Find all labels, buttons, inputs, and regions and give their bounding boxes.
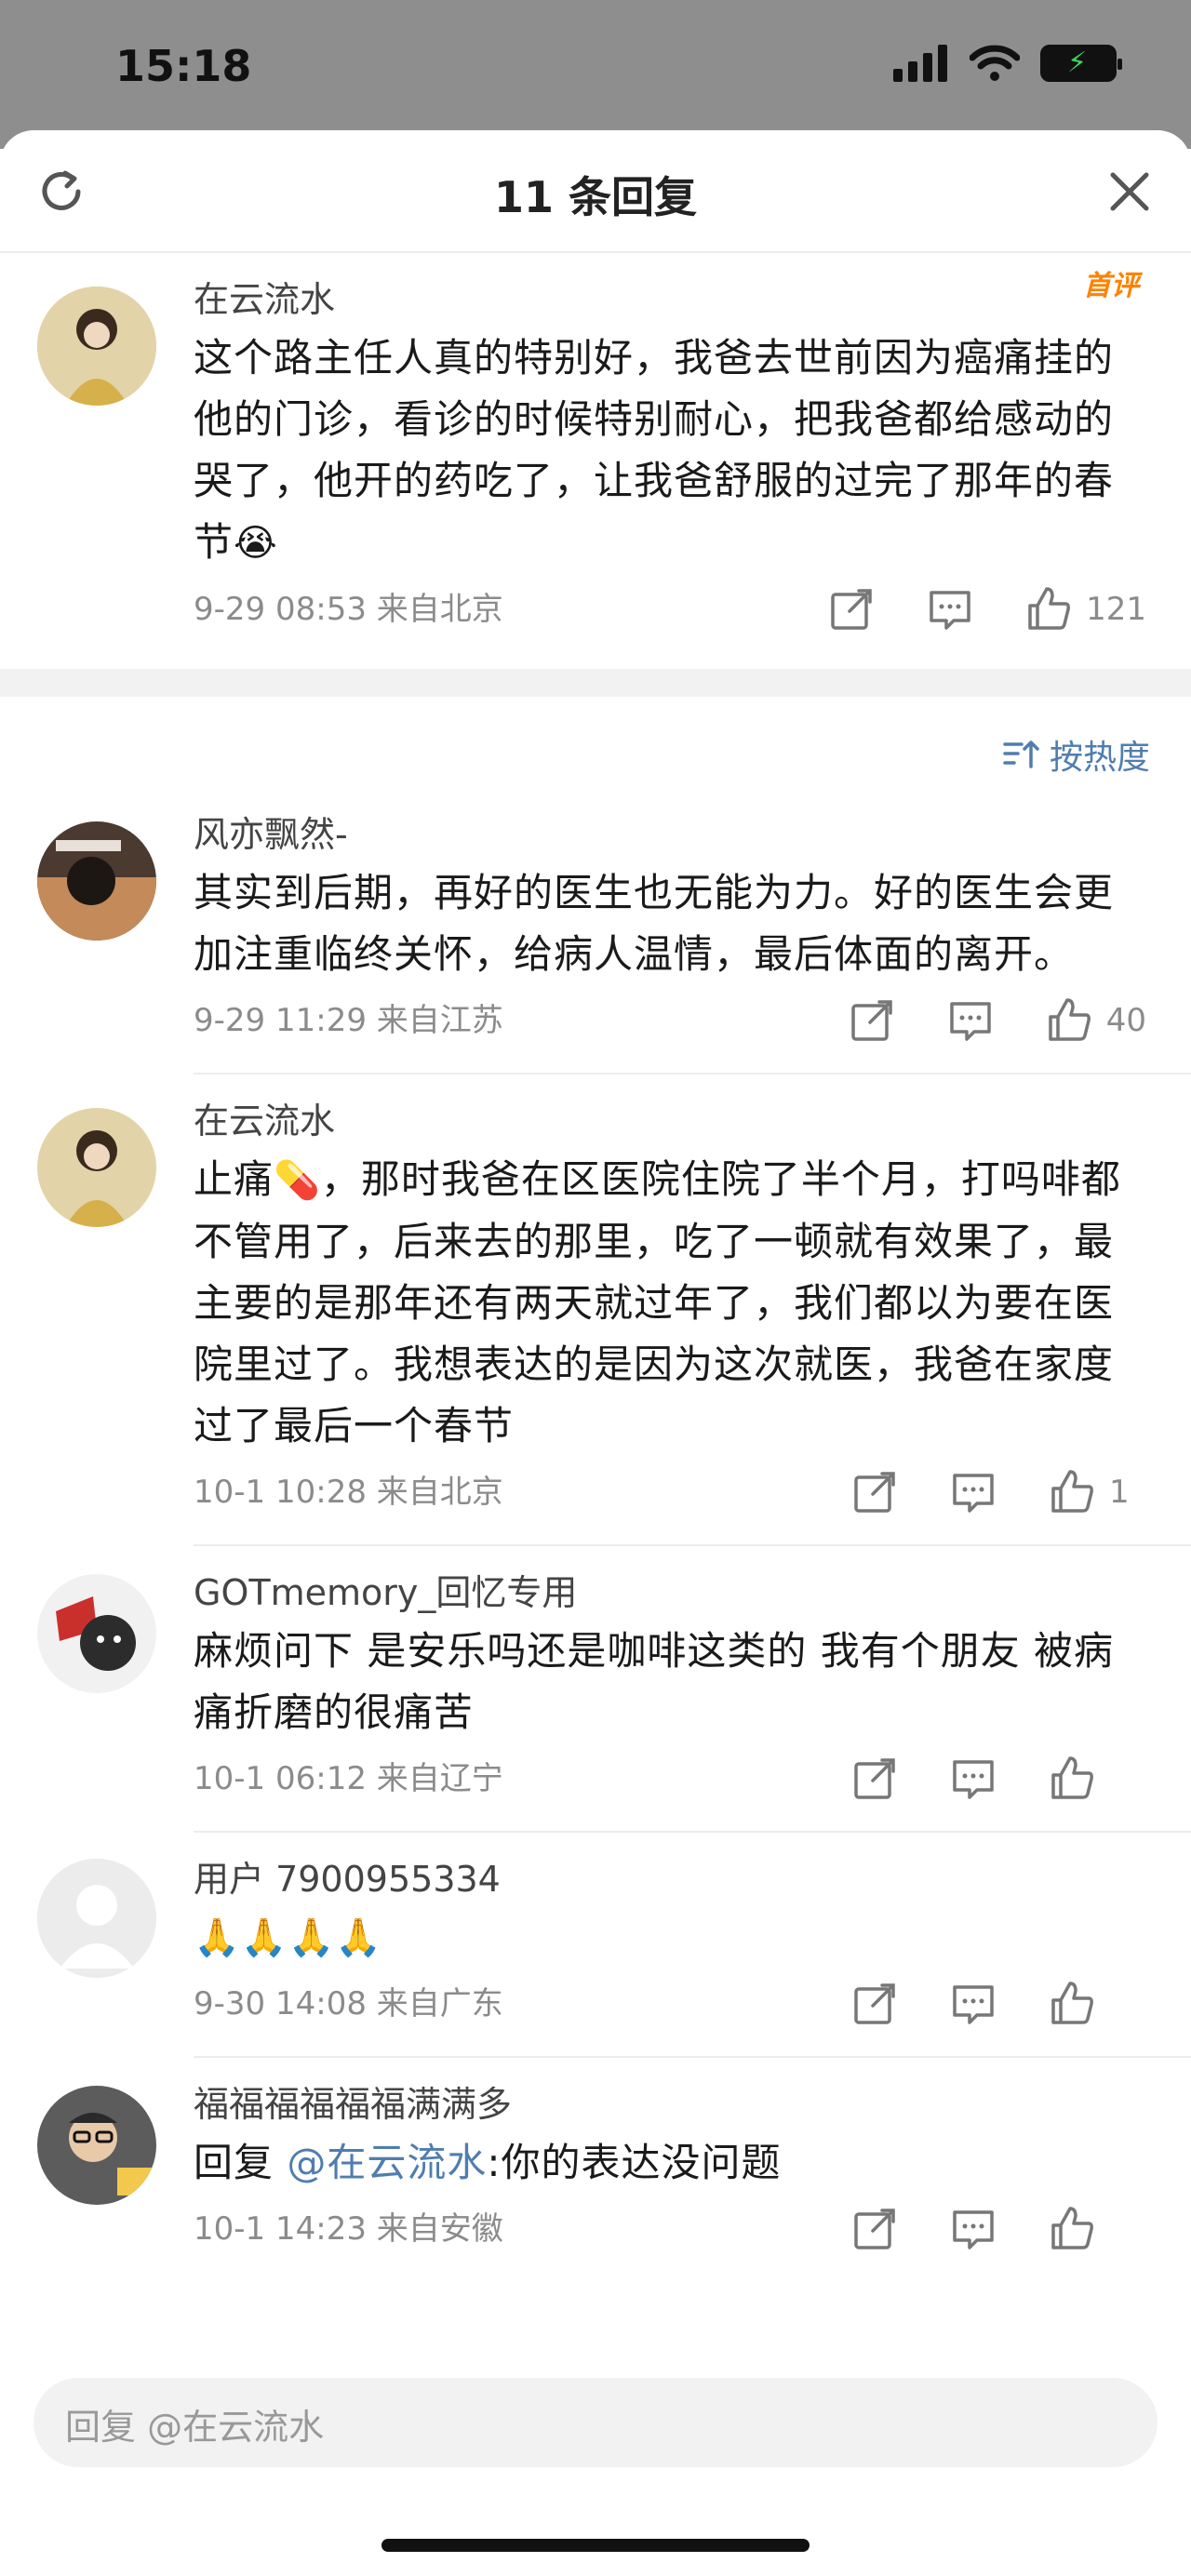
comment-icon[interactable]	[949, 2205, 997, 2253]
comment-actions: 121	[777, 585, 1146, 634]
thumbs-up-icon	[1048, 998, 1091, 1041]
comment-body-start: 止痛	[194, 1156, 274, 1202]
commenter-name[interactable]: 在云流水	[194, 277, 1146, 322]
comment-icon[interactable]	[949, 1755, 997, 1803]
comment-body: ，那时我爸在区医院住院了半个月，打吗啡都不管用了，后来去的那里，吃了一顿就有效果…	[194, 1156, 1121, 1448]
like-button[interactable]	[1048, 1980, 1146, 2028]
avatar[interactable]	[37, 821, 156, 941]
list-item: 用户 7900955334 🙏🙏🙏🙏 9-30 14:08 来自广东	[0, 1833, 1191, 2032]
crying-emoji: 😭	[234, 522, 278, 565]
comment-actions	[800, 1980, 1146, 2028]
share-icon[interactable]	[850, 1468, 899, 1516]
comment-actions	[800, 1755, 1146, 1803]
comment-text: 麻烦问下 是安乐吗还是咖啡这类的 我有个朋友 被病痛折磨的很痛苦	[194, 1628, 1115, 1735]
wifi-icon	[970, 45, 1020, 81]
comment-time-location: 9-30 14:08 来自广东	[194, 1985, 503, 2022]
pill-emoji: 💊	[274, 1159, 321, 1202]
thumbs-up-icon	[1051, 1982, 1093, 2024]
avatar[interactable]	[37, 1108, 156, 1227]
commenter-name[interactable]: GOTmemory_回忆专用	[194, 1570, 1146, 1615]
cellular-signal-icon	[893, 45, 947, 82]
comment-meta: 9-30 14:08 来自广东	[194, 1976, 1146, 2032]
share-icon[interactable]	[850, 2205, 899, 2253]
comment-text: 这个路主任人真的特别好，我爸去世前因为癌痛挂的他的门诊，看诊的时候特别耐心，把我…	[194, 327, 1146, 574]
sort-label: 按热度	[1049, 739, 1150, 777]
avatar[interactable]	[37, 287, 156, 406]
thumbs-up-icon	[1051, 1470, 1093, 1513]
commenter-name[interactable]: 福福福福福福满满多	[194, 2082, 1146, 2127]
share-icon[interactable]	[850, 1980, 899, 2028]
reply-prefix: 回复	[194, 2140, 288, 2185]
thumbs-up-icon	[1028, 587, 1071, 630]
comment-meta: 10-1 10:28 来自北京 1	[194, 1464, 1146, 1520]
comment-time-location: 10-1 14:23 来自安徽	[194, 2210, 503, 2248]
like-button[interactable]: 121	[1024, 585, 1146, 634]
comment-time-location: 9-29 11:29 来自江苏	[194, 1002, 503, 1039]
sheet-header: 11 条回复	[0, 130, 1191, 253]
comment-text: 其实到后期，再好的医生也无能为力。好的医生会更加注重临终关怀，给病人温情，最后体…	[194, 870, 1115, 977]
comment-body: :你的表达没问题	[487, 2140, 782, 2185]
first-comment-badge: 首评	[1083, 270, 1139, 302]
thumbs-up-icon	[1051, 1756, 1093, 1799]
commenter-name[interactable]: 在云流水	[194, 1099, 1146, 1143]
like-count: 1	[1109, 1474, 1130, 1511]
sort-by-hot-button[interactable]: 按热度	[1001, 730, 1150, 779]
like-button[interactable]: 1	[1048, 1468, 1146, 1516]
comment-time-location: 10-1 06:12 来自辽宁	[194, 1760, 503, 1797]
battery-icon: ⚡	[1040, 45, 1122, 82]
like-count: 40	[1105, 1002, 1146, 1039]
home-indicator[interactable]	[381, 2539, 810, 2552]
comment-text: 🙏🙏🙏🙏	[194, 1916, 383, 1959]
share-icon[interactable]	[850, 1755, 899, 1803]
list-item: 风亦飘然- 其实到后期，再好的医生也无能为力。好的医生会更加注重临终关怀，给病人…	[0, 799, 1191, 1048]
reply-placeholder: 回复 @在云流水	[65, 2407, 325, 2448]
like-button[interactable]	[1048, 1755, 1146, 1803]
comment-body: 这个路主任人真的特别好，我爸去世前因为癌痛挂的他的门诊，看诊的时候特别耐心，把我…	[194, 335, 1115, 565]
share-icon[interactable]	[827, 585, 876, 634]
close-icon[interactable]	[1104, 166, 1156, 218]
comment-meta: 9-29 08:53 来自北京 121	[194, 581, 1146, 637]
comment-time-location: 9-29 08:53 来自北京	[194, 591, 503, 628]
sheet-title: 11 条回复	[493, 172, 698, 222]
list-item: GOTmemory_回忆专用 麻烦问下 是安乐吗还是咖啡这类的 我有个朋友 被病…	[0, 1546, 1191, 1807]
like-button[interactable]: 40	[1045, 996, 1146, 1045]
mention-link[interactable]: @在云流水	[287, 2140, 487, 2185]
avatar[interactable]	[37, 1574, 156, 1693]
comment-meta: 9-29 11:29 来自江苏 40	[194, 993, 1146, 1048]
commenter-name[interactable]: 用户 7900955334	[194, 1857, 1146, 1902]
comment-actions: 1	[800, 1468, 1146, 1516]
comment-text: 回复 @在云流水:你的表达没问题	[194, 2132, 1146, 2194]
like-button[interactable]	[1048, 2205, 1146, 2253]
comment-meta: 10-1 06:12 来自辽宁	[194, 1751, 1146, 1807]
status-icons: ⚡	[893, 45, 1122, 82]
sort-bar: 按热度	[0, 697, 1191, 799]
like-count: 121	[1086, 591, 1146, 628]
replies-sheet: 11 条回复 在云流水 首评 这个路主任人真的特别好，我爸去世前因为癌痛挂的他的…	[0, 130, 1191, 2576]
comment-text: 止痛💊，那时我爸在区医院住院了半个月，打吗啡都不管用了，后来去的那里，吃了一顿就…	[194, 1149, 1146, 1457]
comment-actions	[800, 2205, 1146, 2253]
comment-time-location: 10-1 10:28 来自北京	[194, 1474, 503, 1511]
commenter-name[interactable]: 风亦飘然-	[194, 812, 1146, 857]
list-item: 福福福福福福满满多 回复 @在云流水:你的表达没问题 10-1 14:23 来自…	[0, 2058, 1191, 2257]
top-comment: 在云流水 首评 这个路主任人真的特别好，我爸去世前因为癌痛挂的他的门诊，看诊的时…	[0, 253, 1191, 648]
avatar[interactable]	[37, 1859, 156, 1978]
comment-icon[interactable]	[946, 996, 995, 1045]
status-time: 15:18	[115, 41, 252, 91]
section-divider	[0, 669, 1191, 697]
avatar[interactable]	[37, 2086, 156, 2205]
thumbs-up-icon	[1051, 2207, 1093, 2249]
sort-icon	[1003, 741, 1039, 768]
comment-icon[interactable]	[949, 1468, 997, 1516]
comment-meta: 10-1 14:23 来自安徽	[194, 2201, 1146, 2257]
comment-icon[interactable]	[949, 1980, 997, 2028]
comment-actions: 40	[797, 996, 1146, 1045]
list-item: 在云流水 止痛💊，那时我爸在区医院住院了半个月，打吗啡都不管用了，后来去的那里，…	[0, 1074, 1191, 1520]
reply-input[interactable]: 回复 @在云流水	[33, 2378, 1158, 2467]
share-icon[interactable]	[848, 996, 896, 1045]
comment-icon[interactable]	[926, 585, 974, 634]
